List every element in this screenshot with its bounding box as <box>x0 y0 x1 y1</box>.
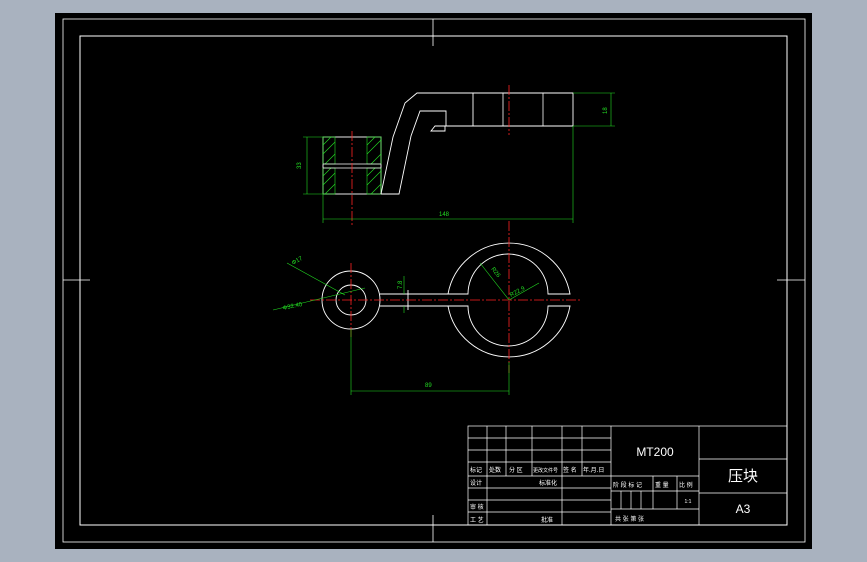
arm-outline <box>381 92 574 195</box>
front-view: 33 18 148 <box>297 85 615 226</box>
tb-label-standard: 标准化 <box>539 479 557 487</box>
tb-label-process: 工 艺 <box>470 516 484 524</box>
dim-overall-length: 148 <box>439 212 450 218</box>
plan-centerlines <box>310 221 580 373</box>
top-view: Φ17 Φ32.40 7.8 R26 R22.9 89 <box>272 221 580 395</box>
plan-dimensions <box>272 262 540 395</box>
tb-label-review: 审 核 <box>470 503 484 511</box>
tb-label-weight: 重 量 <box>655 481 669 489</box>
inner-frame <box>79 35 788 526</box>
tb-label-sign: 签 名 <box>563 466 577 474</box>
drawing-canvas[interactable]: 33 18 148 Φ17 Φ32.40 7.8 R26 R22.9 89 MT… <box>55 13 812 549</box>
tb-label-approve: 批准 <box>541 516 553 524</box>
tb-part-name: 压块 <box>728 468 758 485</box>
tb-label-count: 处数 <box>489 466 501 474</box>
front-dimensions <box>303 92 615 223</box>
tb-sheet-size: A3 <box>736 502 751 516</box>
centering-marks <box>63 19 805 542</box>
tb-label-sheets: 共 张 第 张 <box>615 515 644 523</box>
tb-label-scale: 比 例 <box>679 481 693 489</box>
dim-small-bore: Φ32.40 <box>282 302 303 312</box>
dim-thickness-right: 18 <box>603 107 609 114</box>
cad-drawing: 33 18 148 Φ17 Φ32.40 7.8 R26 R22.9 89 MT… <box>62 18 806 543</box>
tb-label-doc-no: 更改文件号 <box>533 467 558 474</box>
tb-scale-value: 1:1 <box>685 499 692 505</box>
outer-frame <box>62 18 806 543</box>
dim-small-dia: Φ17 <box>291 255 304 266</box>
tb-label-design: 设计 <box>470 479 482 487</box>
dim-center-distance: 89 <box>425 383 432 389</box>
tb-label-zone: 分 区 <box>509 466 523 474</box>
tb-label-date: 年.月.日 <box>583 466 604 474</box>
dim-big-bore: R22.9 <box>509 286 527 299</box>
dim-slot-width: 7.8 <box>398 280 404 289</box>
tb-label-stage: 阶 段 标 记 <box>613 481 642 489</box>
tb-model-code: MT200 <box>636 445 674 459</box>
dim-thickness-left: 33 <box>297 162 303 169</box>
tb-label-mark: 标记 <box>470 466 482 474</box>
